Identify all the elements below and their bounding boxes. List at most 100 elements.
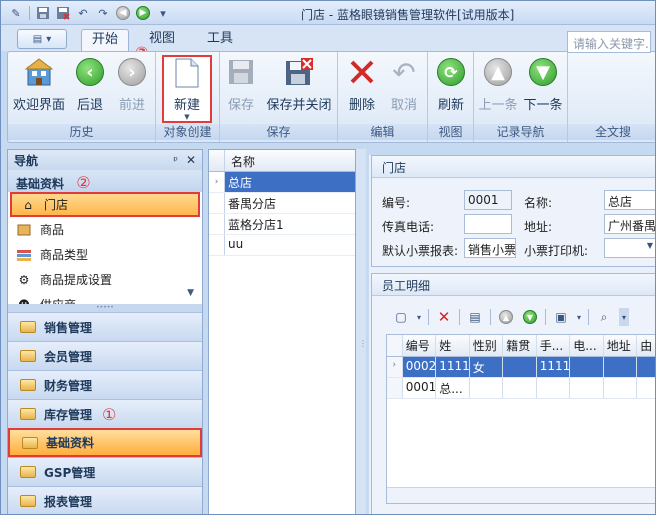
search-icon[interactable]: ⌕ [595, 308, 613, 326]
printer-select[interactable]: ▼ [604, 238, 655, 258]
table-row[interactable]: › 总店 [209, 172, 355, 193]
employee-panel-title: 员工明细 [372, 274, 655, 296]
table-row[interactable]: 蓝格分店1 [209, 214, 355, 235]
nav-item-label: 商品 [40, 223, 65, 237]
new-row-icon[interactable]: ▢ [392, 308, 410, 326]
save-icon[interactable] [34, 4, 52, 22]
table-cell: 0001 [403, 378, 437, 398]
app-menu-icon[interactable]: ✎ [7, 4, 25, 22]
nav-group-gsp[interactable]: GSP管理 [8, 457, 202, 486]
chevron-down-icon[interactable]: ▾ [416, 308, 422, 326]
fulltext-search-input[interactable]: 请输入关键字... [567, 31, 651, 53]
scroll-down-icon[interactable]: ▼ [187, 288, 194, 298]
table-row[interactable]: 0001 总... [387, 378, 655, 399]
store-list-header: 名称 [209, 150, 355, 172]
save-close-icon[interactable] [54, 4, 72, 22]
nav-group-members[interactable]: 会员管理 [8, 341, 202, 370]
group-edit-label: 编辑 [338, 124, 427, 140]
table-cell: 女 [469, 357, 504, 377]
group-save: 保存 保存并关闭 保存 [220, 52, 338, 142]
tab-tools[interactable]: 工具 [197, 29, 243, 51]
back-icon[interactable]: ◀ [114, 4, 132, 22]
down-icon[interactable]: ▼ [521, 308, 539, 326]
table-row[interactable]: › 0002 1111 女 1111 [387, 357, 655, 378]
nav-group-sales[interactable]: 销售管理 [8, 312, 202, 341]
column-header-name[interactable]: 名称 [225, 150, 261, 171]
table-cell: 1111 [536, 357, 571, 377]
ribbon-panel: 欢迎界面 ‹ 后退 › 前进 历史 新建 ▼ 对象创建 保存 保存并关闭 保存 … [7, 51, 655, 143]
table-row[interactable]: 番禺分店 [209, 193, 355, 214]
current-row-icon: › [209, 172, 225, 192]
employee-grid: 编号 姓 性别 籍贯 手... 电... 地址 由 › 0002 1111 女 … [386, 334, 655, 504]
next-record-button[interactable]: ▼ 下一条 [522, 56, 564, 124]
delete-row-icon[interactable]: ✕ [435, 308, 453, 326]
chevron-down-icon: ▾ [46, 33, 52, 45]
close-icon[interactable]: ✕ [186, 153, 196, 167]
vertical-splitter[interactable]: ⋮ [356, 149, 367, 514]
app-menu-button[interactable]: ▤ ▾ [17, 29, 67, 49]
forward-button[interactable]: › 前进 [112, 56, 152, 124]
name-label: 名称: [524, 196, 553, 210]
up-icon[interactable]: ▲ [497, 308, 515, 326]
row-indicator-header [209, 150, 225, 171]
table-cell [503, 378, 537, 398]
horizontal-scrollbar[interactable] [387, 487, 655, 503]
undo-icon[interactable]: ↶ [74, 4, 92, 22]
folder-icon [20, 379, 36, 391]
toolbar-separator [428, 309, 429, 325]
chevron-down-icon: ▼ [646, 241, 653, 250]
save-close-button[interactable]: 保存并关闭 [266, 56, 332, 124]
column-header[interactable]: 籍贯 [503, 335, 537, 356]
column-header[interactable]: 地址 [604, 335, 638, 356]
address-field[interactable]: 广州番禺 [604, 214, 655, 234]
save-icon[interactable]: ▣ [552, 308, 570, 326]
forward-icon[interactable]: ▶ [134, 4, 152, 22]
ribbon-tab-bar: ▤ ▾ 开始 视图 工具 [1, 25, 655, 51]
nav-item-commission[interactable]: ⚙ 商品提成设置 [8, 267, 202, 292]
tab-home[interactable]: 开始 [81, 29, 130, 51]
back-arrow-icon: ‹ [76, 58, 104, 86]
folder-icon [20, 466, 36, 478]
delete-button[interactable]: 删除 [344, 56, 380, 124]
previous-record-button[interactable]: ▲ 上一条 [478, 56, 518, 124]
goods-type-icon [16, 247, 32, 263]
nav-group-finance[interactable]: 财务管理 [8, 370, 202, 399]
receipt-report-select[interactable]: 销售小票 [464, 238, 516, 258]
welcome-button[interactable]: 欢迎界面 [12, 56, 66, 124]
nav-group-inventory[interactable]: 库存管理 ① [8, 399, 202, 428]
nav-splitter[interactable]: ••••• [8, 304, 202, 312]
new-button[interactable]: 新建 ▼ [162, 55, 212, 123]
nav-group-basic-data[interactable]: 基础资料 [8, 428, 202, 457]
store-form-panel: 门店 编号: 0001 名称: 总店 传真电话: 地址: 广州番禺 默认小票报表… [371, 155, 655, 267]
column-header[interactable]: 由 [637, 335, 655, 356]
table-cell [604, 378, 638, 398]
chevron-down-icon[interactable]: ▾ [576, 308, 582, 326]
refresh-button[interactable]: ⟳ 刷新 [434, 56, 468, 124]
nav-group-reports[interactable]: 报表管理 [8, 486, 202, 514]
nav-item-goods-type[interactable]: 商品类型 [8, 242, 202, 267]
nav-item-store[interactable]: ⌂ 门店 [10, 192, 200, 217]
qat-dropdown-icon[interactable]: ▾ [154, 4, 172, 22]
column-header[interactable]: 性别 [470, 335, 504, 356]
delete-label: 删除 [348, 98, 375, 113]
nav-item-supplier[interactable]: ☻ 供应商 [8, 292, 202, 305]
column-header[interactable]: 编号 [403, 335, 437, 356]
redo-icon[interactable]: ↷ [94, 4, 112, 22]
pin-icon[interactable]: ᵖ [173, 154, 178, 167]
group-view: ⟳ 刷新 视图 [428, 52, 474, 142]
column-header[interactable]: 手... [537, 335, 571, 356]
column-header[interactable]: 电... [570, 335, 604, 356]
nav-group-label: 财务管理 [44, 378, 93, 393]
link-icon[interactable]: ▤ [466, 308, 484, 326]
fax-field[interactable] [464, 214, 512, 234]
nav-section-label: 基础资料 [16, 177, 65, 191]
overflow-icon[interactable]: ▾ [619, 308, 629, 326]
cancel-button[interactable]: ↶ 取消 [386, 56, 422, 124]
table-row[interactable]: uu [209, 235, 355, 256]
save-button[interactable]: 保存 [226, 56, 256, 124]
back-button[interactable]: ‹ 后退 [70, 56, 110, 124]
name-field[interactable]: 总店 [604, 190, 655, 210]
column-header[interactable]: 姓 [436, 335, 470, 356]
code-field[interactable]: 0001 [464, 190, 512, 210]
nav-item-goods[interactable]: 商品 [8, 217, 202, 242]
